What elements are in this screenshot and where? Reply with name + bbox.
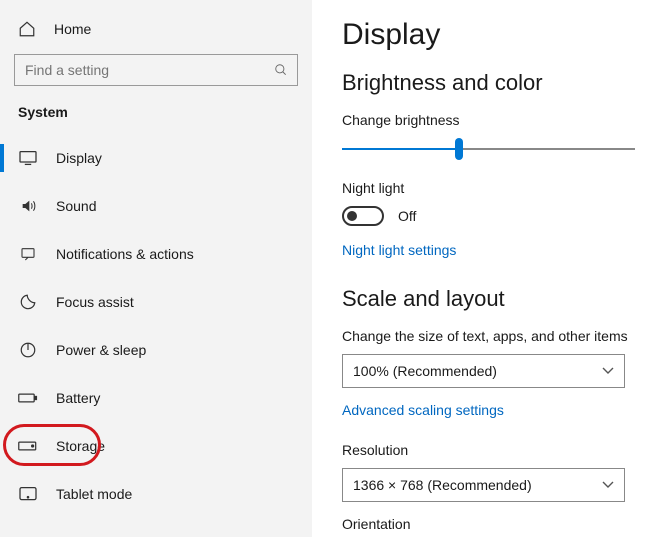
scale-value: 100% (Recommended) (353, 363, 497, 379)
night-light-label: Night light (342, 180, 665, 196)
sidebar-item-label: Storage (56, 438, 105, 454)
resolution-value: 1366 × 768 (Recommended) (353, 477, 532, 493)
sidebar-item-label: Power & sleep (56, 342, 146, 358)
home-icon (18, 20, 36, 38)
sidebar-item-notifications[interactable]: Notifications & actions (0, 230, 312, 278)
sidebar-item-label: Sound (56, 198, 96, 214)
slider-fill (342, 148, 459, 150)
scale-dropdown[interactable]: 100% (Recommended) (342, 354, 625, 388)
night-light-toggle[interactable] (342, 206, 384, 226)
home-label: Home (54, 21, 91, 37)
orientation-label: Orientation (342, 516, 665, 532)
notifications-icon (18, 246, 38, 262)
scale-section-heading: Scale and layout (342, 286, 665, 312)
night-light-state: Off (398, 208, 416, 224)
page-title: Display (342, 18, 665, 52)
sidebar-item-sound[interactable]: Sound (0, 182, 312, 230)
toggle-knob (347, 211, 357, 221)
search-field-wrap (14, 54, 298, 86)
display-icon (18, 150, 38, 166)
chevron-down-icon (602, 367, 614, 375)
sidebar-item-label: Display (56, 150, 102, 166)
sidebar-item-power-sleep[interactable]: Power & sleep (0, 326, 312, 374)
slider-thumb[interactable] (455, 138, 463, 160)
sidebar-item-label: Notifications & actions (56, 246, 194, 262)
chevron-down-icon (602, 481, 614, 489)
sidebar-item-label: Tablet mode (56, 486, 132, 502)
sidebar-item-display[interactable]: Display (0, 134, 312, 182)
focus-assist-icon (18, 293, 38, 311)
resolution-dropdown[interactable]: 1366 × 768 (Recommended) (342, 468, 625, 502)
sidebar-item-label: Focus assist (56, 294, 134, 310)
power-icon (18, 341, 38, 359)
search-icon (274, 63, 288, 77)
night-light-settings-link[interactable]: Night light settings (342, 242, 456, 258)
resolution-label: Resolution (342, 442, 665, 458)
sidebar-item-storage[interactable]: Storage (0, 422, 312, 470)
sidebar-item-focus-assist[interactable]: Focus assist (0, 278, 312, 326)
scale-label: Change the size of text, apps, and other… (342, 328, 665, 344)
sidebar-item-tablet-mode[interactable]: Tablet mode (0, 470, 312, 518)
sidebar-nav: Display Sound Notifications & actions (0, 134, 312, 518)
search-input[interactable] (14, 54, 298, 86)
brightness-section-heading: Brightness and color (342, 70, 665, 96)
sidebar-item-label: Battery (56, 390, 100, 406)
main-panel: Display Brightness and color Change brig… (312, 0, 665, 537)
tablet-icon (18, 486, 38, 502)
brightness-slider[interactable] (342, 138, 635, 160)
advanced-scaling-link[interactable]: Advanced scaling settings (342, 402, 504, 418)
home-link[interactable]: Home (0, 14, 312, 50)
storage-icon (18, 440, 38, 452)
brightness-label: Change brightness (342, 112, 665, 128)
sound-icon (18, 198, 38, 214)
battery-icon (18, 391, 38, 405)
sidebar-section-title: System (0, 104, 312, 134)
sidebar: Home System Display (0, 0, 312, 537)
sidebar-item-battery[interactable]: Battery (0, 374, 312, 422)
